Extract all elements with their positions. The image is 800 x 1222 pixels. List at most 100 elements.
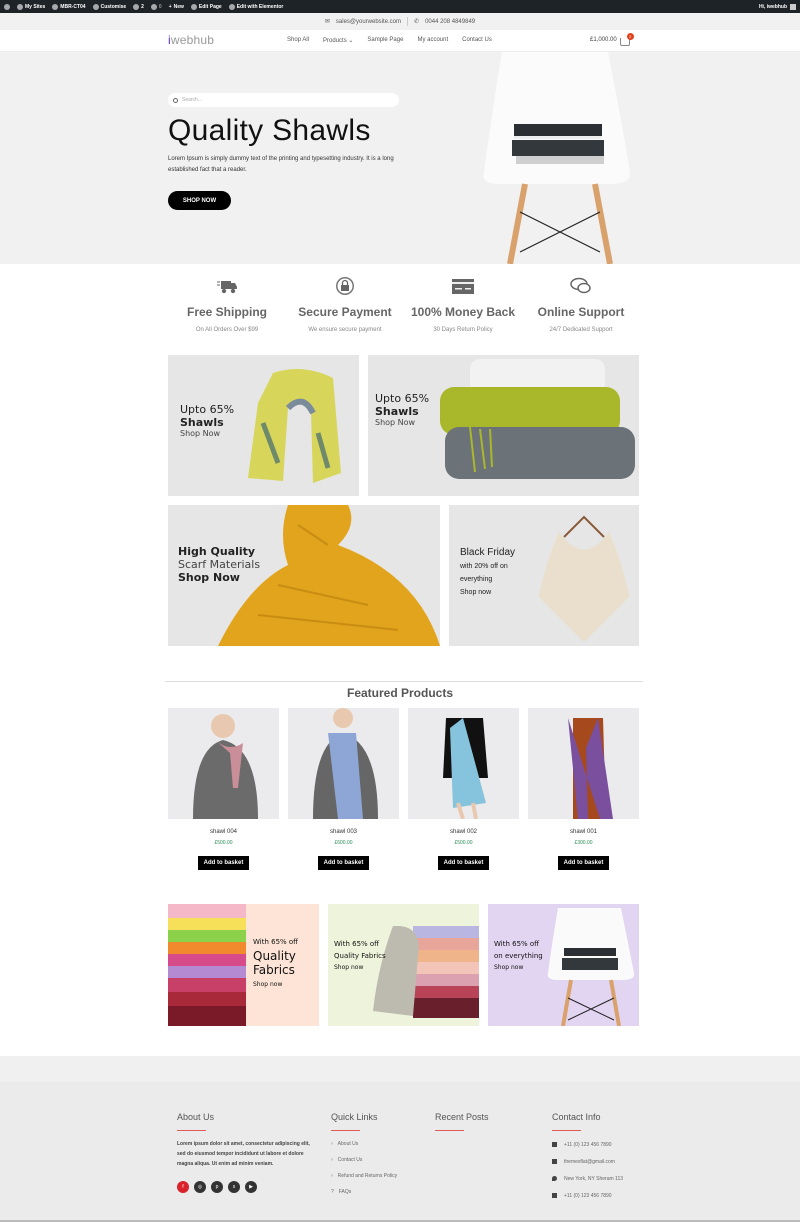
footer-link-faqs[interactable]: ? FAQs — [331, 1189, 397, 1195]
cart-total: £1,000.00 — [590, 37, 617, 43]
admin-bar-updates[interactable]: 2 — [133, 3, 144, 10]
hero-section: Search... Quality Shawls Lorem Ipsum is … — [0, 52, 800, 264]
footer-recent-posts: Recent Posts — [435, 1112, 489, 1131]
cart-button[interactable]: £1,000.00 2 — [590, 33, 634, 46]
promo-link[interactable]: Shop now — [494, 962, 543, 974]
nav-contact-us[interactable]: Contact Us — [462, 37, 492, 44]
admin-bar-customise[interactable]: Customise — [92, 3, 126, 10]
section-divider — [165, 681, 643, 682]
add-to-basket-button[interactable]: Add to basket — [437, 856, 490, 870]
credit-card-icon — [452, 278, 474, 294]
top-phone[interactable]: 0044 208 4849849 — [425, 19, 475, 25]
promo-link[interactable]: Shop now — [253, 981, 298, 988]
skype-icon[interactable]: s — [228, 1181, 240, 1193]
admin-bar-site[interactable]: MBR-CT04 — [52, 3, 86, 10]
feature-title: 100% Money Back — [410, 305, 516, 319]
banner-line: Black Friday — [460, 547, 516, 558]
admin-bar-account[interactable]: Hi, iwebhub — [759, 3, 796, 10]
cart-icon: 2 — [619, 33, 634, 46]
promo-quality-fabrics[interactable]: With 65% off Quality Fabrics Shop now — [168, 904, 319, 1026]
feature-title: Free Shipping — [186, 305, 267, 319]
promo-quality-fabrics-2[interactable]: With 65% off Quality Fabrics Shop now — [328, 904, 479, 1026]
footer-link-about[interactable]: › About Us — [331, 1141, 397, 1147]
admin-bar-wordpress[interactable] — [4, 3, 10, 10]
footer-link-contact[interactable]: › Contact Us — [331, 1157, 397, 1163]
fax-icon — [552, 1193, 557, 1198]
location-pin-icon — [552, 1176, 557, 1181]
pinterest-icon[interactable]: p — [211, 1181, 223, 1193]
nav-products-label: Products — [323, 38, 347, 44]
phone-icon: ✆ — [414, 19, 420, 25]
admin-bar-my-sites[interactable]: My Sites — [17, 3, 46, 10]
knitted-shawls-image — [440, 359, 635, 479]
facebook-icon[interactable]: f — [177, 1181, 189, 1193]
contact-fax[interactable]: +11 (0) 123 456 7890 — [552, 1192, 632, 1200]
footer-heading: Quick Links — [331, 1112, 378, 1122]
banner-high-quality[interactable]: High Quality Scarf Materials Shop Now — [168, 505, 440, 646]
banner-link[interactable]: Shop Now — [375, 418, 429, 427]
nav-shop-all[interactable]: Shop All — [287, 37, 309, 44]
add-to-basket-button[interactable]: Add to basket — [317, 856, 370, 870]
features-row: Free Shipping On All Orders Over $99 Sec… — [168, 275, 640, 333]
hero-title: Quality Shawls — [168, 114, 371, 147]
promo-line: With 65% off — [253, 938, 299, 946]
logo-text: webhub — [170, 33, 215, 47]
instagram-icon[interactable]: ◎ — [194, 1181, 206, 1193]
banner-black-friday[interactable]: Black Friday with 20% off on everything … — [449, 505, 639, 646]
admin-bar-elementor[interactable]: Edit with Elementor — [228, 3, 283, 10]
search-input[interactable]: Search... — [168, 93, 399, 107]
nav-products[interactable]: Products ⌄ — [323, 37, 353, 44]
nav-my-account[interactable]: My account — [417, 37, 448, 44]
product-name[interactable]: shawl 001 — [528, 829, 639, 835]
site-logo[interactable]: iwebhub — [168, 33, 214, 47]
admin-bar-edit-page[interactable]: Edit Page — [190, 3, 222, 10]
product-card: shawl 003 £600.00 Add to basket — [288, 708, 399, 870]
product-image[interactable] — [168, 708, 279, 819]
product-name[interactable]: shawl 002 — [408, 829, 519, 835]
chevron-right-icon: › — [331, 1157, 333, 1163]
footer-link-refund[interactable]: › Refund and Returns Policy — [331, 1173, 397, 1179]
promo-everything[interactable]: With 65% off on everything Shop now — [488, 904, 639, 1026]
main-header: iwebhub Shop All Products ⌄ Sample Page … — [0, 30, 800, 52]
youtube-icon[interactable]: ▶ — [245, 1181, 257, 1193]
banner-shawls-1[interactable]: Upto 65% Shawls Shop Now — [168, 355, 359, 496]
product-name[interactable]: shawl 003 — [288, 829, 399, 835]
admin-bar-label: My Sites — [25, 3, 46, 10]
product-price: £500.00 — [214, 840, 233, 846]
admin-bar-label: MBR-CT04 — [60, 3, 86, 10]
admin-bar-new[interactable]: + New — [169, 4, 184, 10]
banner-line: Shawls — [375, 405, 419, 418]
footer-heading: Contact Info — [552, 1112, 601, 1122]
banner-line: Upto 65% — [180, 403, 235, 416]
product-image[interactable] — [408, 708, 519, 819]
promo-link[interactable]: Shop now — [334, 962, 386, 974]
admin-bar-comments[interactable]: 0 — [150, 3, 162, 10]
add-to-basket-button[interactable]: Add to basket — [557, 856, 610, 870]
feature-title: Secure Payment — [298, 305, 392, 319]
add-to-basket-button[interactable]: Add to basket — [197, 856, 250, 870]
help-circle-icon: ? — [331, 1189, 334, 1195]
contact-phone[interactable]: +11 (0) 123 456 7890 — [552, 1141, 632, 1149]
product-card: shawl 001 £300.00 Add to basket — [528, 708, 639, 870]
chevron-right-icon: › — [331, 1173, 333, 1179]
contact-email[interactable]: themesflat@gmail.com — [552, 1158, 632, 1166]
top-email[interactable]: sales@yourwebsite.com — [336, 19, 401, 25]
brush-icon — [92, 3, 99, 10]
shop-now-button[interactable]: SHOP NOW — [168, 191, 231, 210]
feature-secure-payment: Secure Payment We ensure secure payment — [286, 275, 404, 333]
banner-link[interactable]: Shop now — [460, 586, 515, 599]
product-name[interactable]: shawl 004 — [168, 829, 279, 835]
promo-line: With 65% off — [334, 940, 380, 948]
product-price: £500.00 — [454, 840, 473, 846]
wordpress-icon — [4, 3, 10, 10]
yellow-scarf-image — [218, 505, 440, 646]
banner-shawls-2[interactable]: Upto 65% Shawls Shop Now — [368, 355, 639, 496]
product-image[interactable] — [288, 708, 399, 819]
nav-sample-page[interactable]: Sample Page — [367, 37, 403, 44]
product-card: shawl 004 £500.00 Add to basket — [168, 708, 279, 870]
product-card: shawl 002 £500.00 Add to basket — [408, 708, 519, 870]
chair-image — [547, 908, 635, 1026]
feature-free-shipping: Free Shipping On All Orders Over $99 — [168, 275, 286, 333]
product-image[interactable] — [528, 708, 639, 819]
banner-link[interactable]: Shop Now — [180, 429, 234, 438]
